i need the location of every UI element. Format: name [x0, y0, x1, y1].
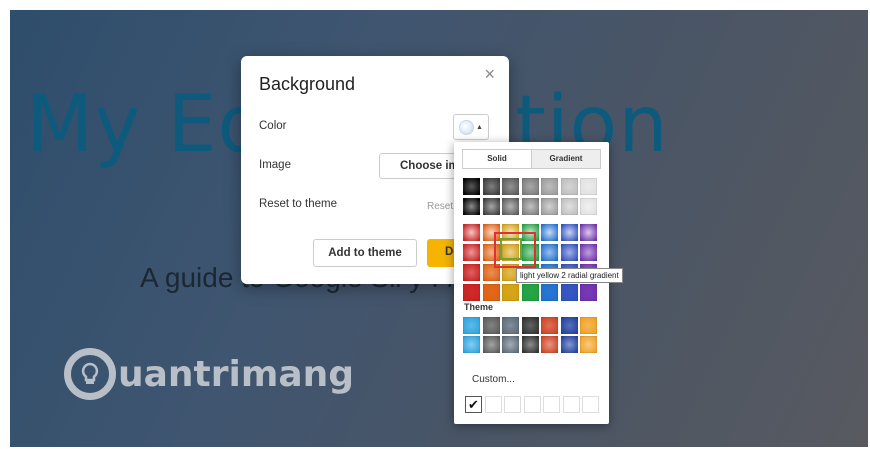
theme-swatch[interactable]	[463, 336, 480, 353]
theme-swatch[interactable]	[580, 336, 597, 353]
swatch-tooltip: light yellow 2 radial gradient	[516, 268, 623, 283]
tab-solid[interactable]: Solid	[463, 150, 531, 168]
custom-swatch-slot[interactable]	[562, 396, 580, 413]
theme-swatch[interactable]	[482, 336, 500, 353]
color-picker-panel: Solid Gradient Theme Custom... ✔	[454, 142, 609, 424]
image-label: Image	[259, 159, 291, 171]
color-swatch[interactable]	[541, 284, 558, 301]
gray-swatch[interactable]	[521, 198, 539, 215]
theme-label: Theme	[464, 302, 494, 312]
gray-swatch[interactable]	[463, 178, 480, 195]
dialog-title: Background	[259, 74, 356, 94]
color-swatch[interactable]	[560, 284, 578, 301]
theme-swatch[interactable]	[482, 317, 500, 334]
gray-swatch[interactable]	[560, 178, 578, 195]
color-swatch[interactable]	[502, 284, 519, 301]
custom-swatch-slot[interactable]	[504, 396, 521, 413]
color-swatch	[459, 119, 475, 135]
color-label: Color	[259, 120, 287, 132]
theme-swatch[interactable]	[541, 317, 558, 334]
chevron-down-icon: ▲	[476, 123, 483, 131]
lightbulb-icon	[64, 348, 116, 400]
color-swatch[interactable]	[580, 244, 597, 261]
gray-swatch[interactable]	[541, 178, 558, 195]
gray-swatch[interactable]	[463, 198, 480, 215]
close-icon[interactable]: ×	[484, 64, 495, 85]
theme-swatch[interactable]	[521, 317, 539, 334]
color-swatch[interactable]	[560, 244, 578, 261]
color-swatch[interactable]	[541, 244, 558, 261]
gray-swatch[interactable]	[502, 198, 519, 215]
watermark-text: uantrimang	[118, 353, 355, 395]
theme-swatch[interactable]	[560, 317, 578, 334]
theme-swatch[interactable]	[580, 317, 597, 334]
color-swatch[interactable]	[482, 284, 500, 301]
gray-swatch[interactable]	[521, 178, 539, 195]
tab-gradient[interactable]: Gradient	[531, 150, 600, 168]
theme-swatch[interactable]	[502, 336, 519, 353]
gray-swatch[interactable]	[580, 178, 597, 195]
custom-check-icon[interactable]: ✔	[465, 396, 482, 413]
gray-swatch[interactable]	[541, 198, 558, 215]
custom-link[interactable]: Custom...	[472, 374, 515, 385]
gray-swatch[interactable]	[560, 198, 578, 215]
color-swatch[interactable]	[580, 284, 597, 301]
custom-swatch-slot[interactable]	[484, 396, 502, 413]
color-swatch[interactable]	[521, 284, 539, 301]
custom-swatch-slot[interactable]	[543, 396, 560, 413]
reset-label: Reset to theme	[259, 198, 337, 210]
theme-swatch[interactable]	[463, 317, 480, 334]
add-to-theme-button[interactable]: Add to theme	[313, 239, 417, 267]
theme-swatch[interactable]	[502, 317, 519, 334]
color-swatch[interactable]	[541, 224, 558, 241]
color-swatch[interactable]	[463, 224, 480, 241]
gray-swatch[interactable]	[482, 198, 500, 215]
theme-swatch[interactable]	[541, 336, 558, 353]
color-swatch[interactable]	[463, 284, 480, 301]
theme-swatch[interactable]	[521, 336, 539, 353]
watermark: uantrimang	[64, 348, 354, 400]
color-swatch[interactable]	[560, 224, 578, 241]
gray-swatch[interactable]	[580, 198, 597, 215]
picker-tabs: Solid Gradient	[462, 149, 601, 169]
color-swatch[interactable]	[463, 264, 480, 281]
selected-swatch-highlight	[500, 238, 522, 260]
custom-swatch-slot[interactable]	[523, 396, 541, 413]
color-swatch[interactable]	[580, 224, 597, 241]
gray-swatch[interactable]	[482, 178, 500, 195]
theme-swatch[interactable]	[560, 336, 578, 353]
custom-swatch-slot[interactable]	[582, 396, 599, 413]
color-dropdown-button[interactable]: ▲	[453, 114, 489, 140]
color-swatch[interactable]	[463, 244, 480, 261]
gray-swatch[interactable]	[502, 178, 519, 195]
